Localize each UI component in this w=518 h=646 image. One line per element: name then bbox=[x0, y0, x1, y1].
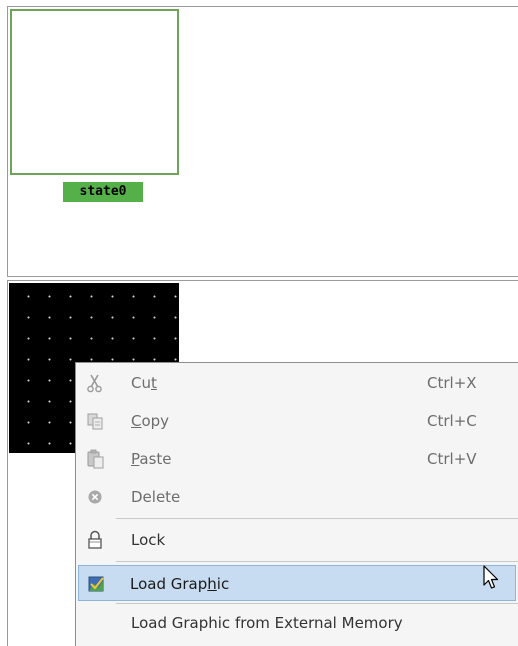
state-label[interactable]: state0 bbox=[63, 182, 143, 202]
menu-item-load-graphic-external[interactable]: Load Graphic from External Memory bbox=[78, 605, 518, 641]
state-panel: state0 bbox=[7, 6, 518, 277]
menu-item-lock[interactable]: Lock bbox=[78, 522, 518, 558]
lock-icon bbox=[78, 522, 112, 558]
menu-item-load-graphic[interactable]: Load Graphic bbox=[78, 565, 516, 601]
menu-label-load-graphic: Load Graphic bbox=[130, 575, 230, 593]
menu-shortcut-paste: Ctrl+V bbox=[427, 450, 477, 468]
menu-shortcut-cut: Ctrl+X bbox=[427, 374, 477, 392]
menu-item-cut[interactable]: Cut Ctrl+X bbox=[78, 365, 518, 401]
menu-item-delete[interactable]: Delete bbox=[78, 479, 518, 515]
menu-separator bbox=[116, 518, 518, 519]
scissors-icon bbox=[78, 365, 112, 401]
menu-label-paste: Paste bbox=[131, 450, 172, 468]
copy-icon bbox=[78, 403, 112, 439]
menu-separator bbox=[116, 561, 518, 562]
paste-icon bbox=[78, 441, 112, 477]
menu-label-delete: Delete bbox=[131, 488, 181, 506]
menu-item-paste[interactable]: Paste Ctrl+V bbox=[78, 441, 518, 477]
load-graphic-icon bbox=[79, 566, 113, 602]
menu-shortcut-copy: Ctrl+C bbox=[427, 412, 477, 430]
menu-label-cut: Cut bbox=[131, 374, 157, 392]
delete-icon bbox=[78, 479, 112, 515]
menu-label-load-graphic-external: Load Graphic from External Memory bbox=[131, 614, 403, 632]
state-node[interactable] bbox=[10, 9, 179, 175]
mouse-cursor-icon bbox=[482, 565, 502, 591]
editor-window: state0 Cut Ctrl+X Copy Ctrl+C Paste Ctrl… bbox=[0, 0, 518, 646]
menu-label-lock: Lock bbox=[131, 531, 166, 549]
menu-separator bbox=[116, 603, 518, 604]
menu-item-copy[interactable]: Copy Ctrl+C bbox=[78, 403, 518, 439]
context-menu: Cut Ctrl+X Copy Ctrl+C Paste Ctrl+V Dele… bbox=[75, 362, 518, 646]
menu-label-copy: Copy bbox=[131, 412, 170, 430]
